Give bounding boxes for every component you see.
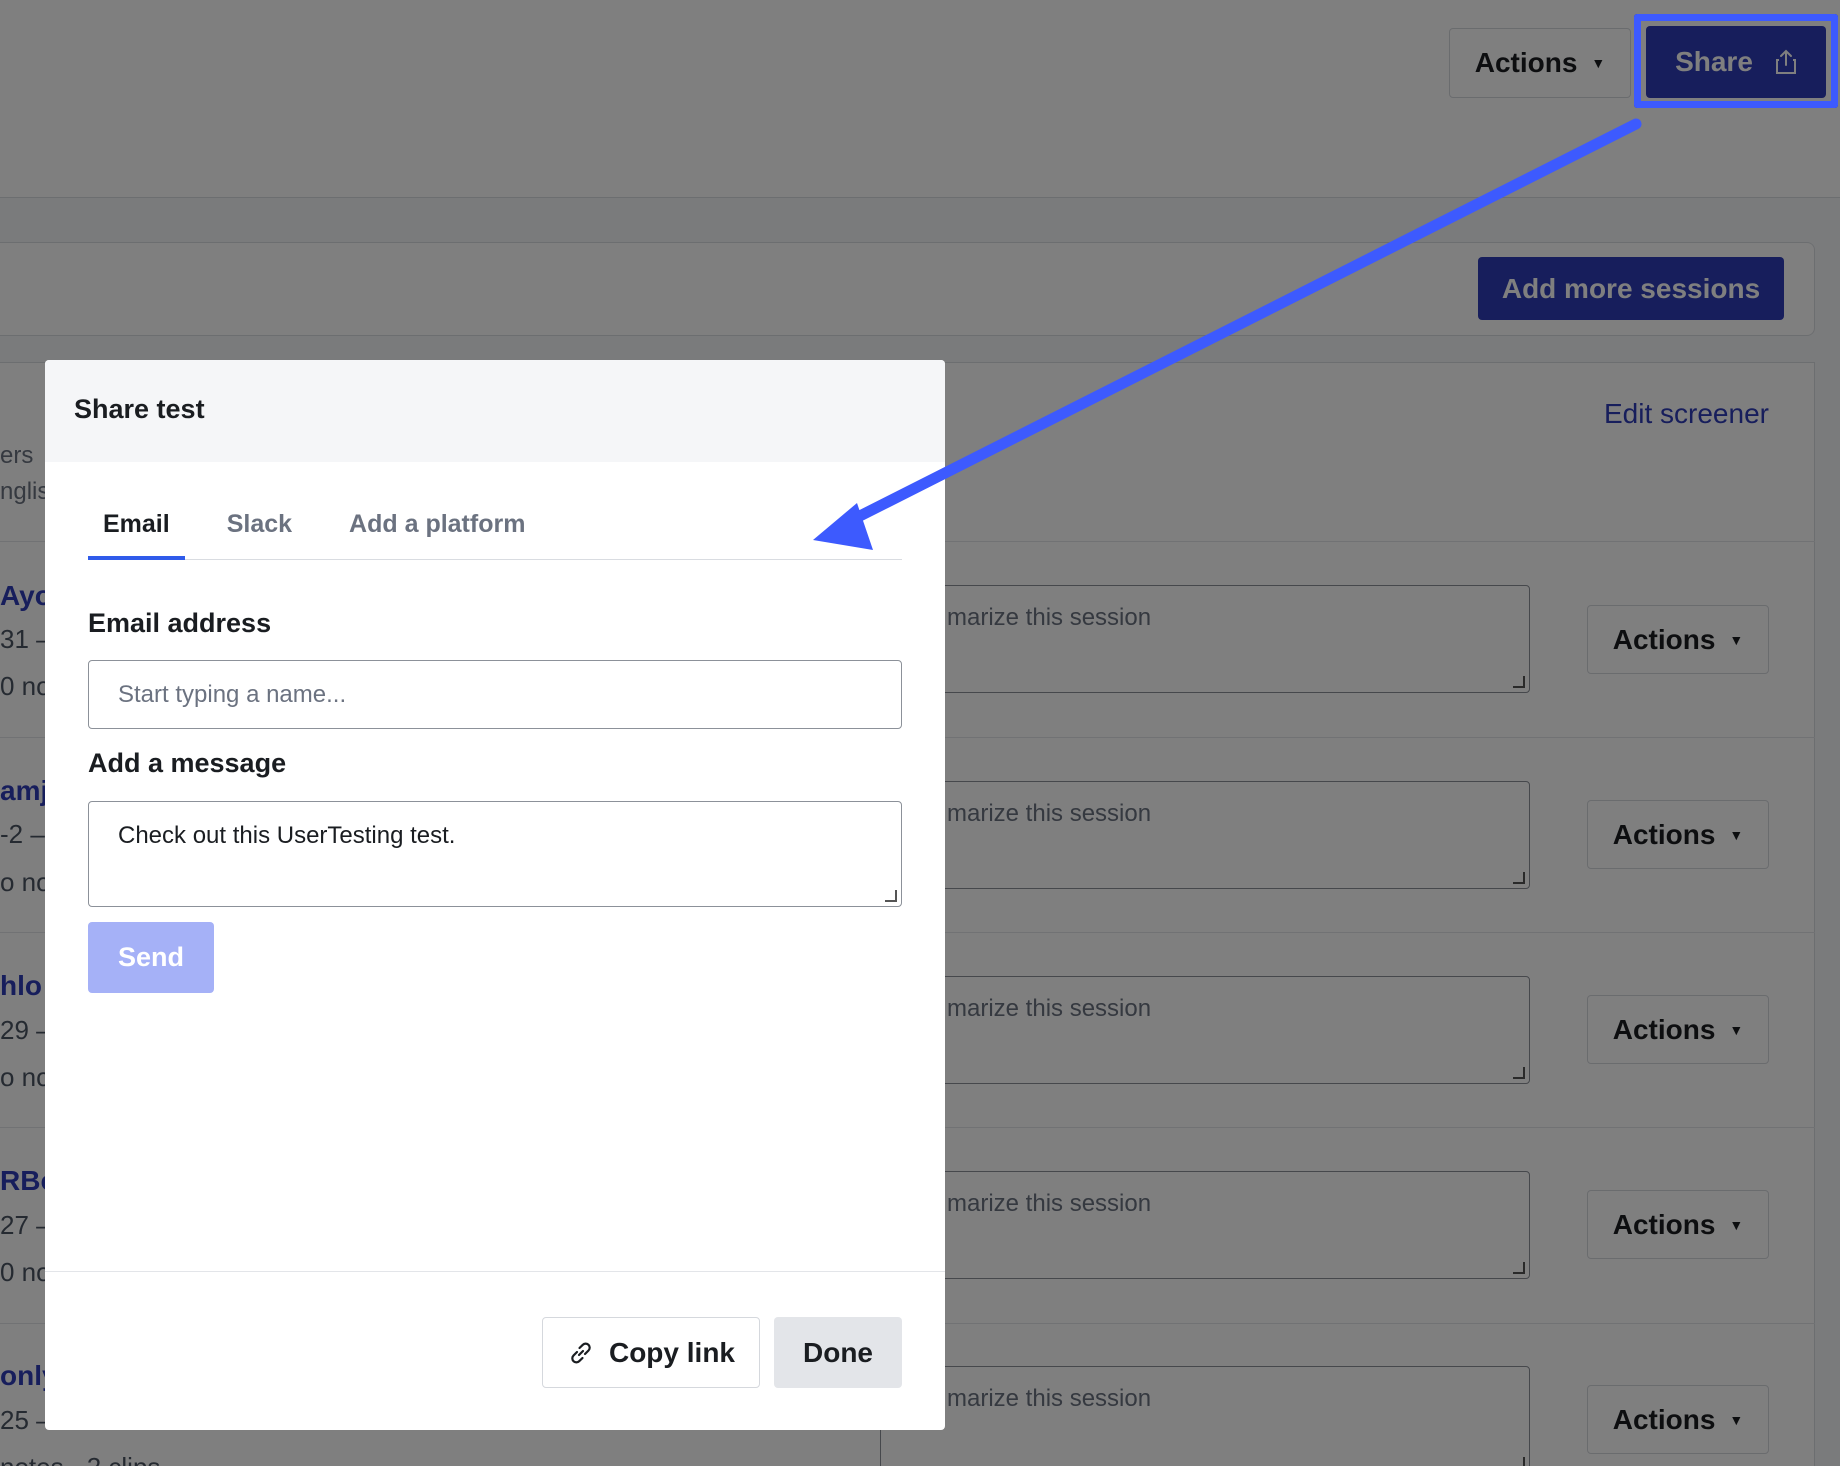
send-button[interactable]: Send bbox=[88, 922, 214, 993]
modal-header: Share test bbox=[45, 360, 945, 462]
message-field[interactable]: Check out this UserTesting test. bbox=[88, 801, 902, 907]
tab-slack[interactable]: Slack bbox=[212, 502, 307, 560]
copy-link-button[interactable]: Copy link bbox=[542, 1317, 760, 1388]
share-highlight-box bbox=[1634, 14, 1838, 108]
modal-title: Share test bbox=[74, 394, 205, 424]
done-button[interactable]: Done bbox=[774, 1317, 902, 1388]
message-text: Check out this UserTesting test. bbox=[118, 822, 456, 849]
tab-add-platform[interactable]: Add a platform bbox=[334, 502, 540, 560]
copy-link-label: Copy link bbox=[608, 1336, 735, 1368]
email-field[interactable] bbox=[88, 660, 902, 729]
tab-email[interactable]: Email bbox=[88, 502, 185, 560]
link-icon bbox=[571, 1342, 591, 1363]
share-test-modal: Share test Email Slack Add a platform Em… bbox=[45, 360, 945, 1430]
share-tabs: Email Slack Add a platform bbox=[88, 502, 902, 560]
resize-grip-icon[interactable] bbox=[885, 890, 897, 902]
email-address-label: Email address bbox=[88, 608, 272, 638]
add-message-label: Add a message bbox=[88, 748, 287, 778]
footer-divider bbox=[45, 1271, 945, 1272]
